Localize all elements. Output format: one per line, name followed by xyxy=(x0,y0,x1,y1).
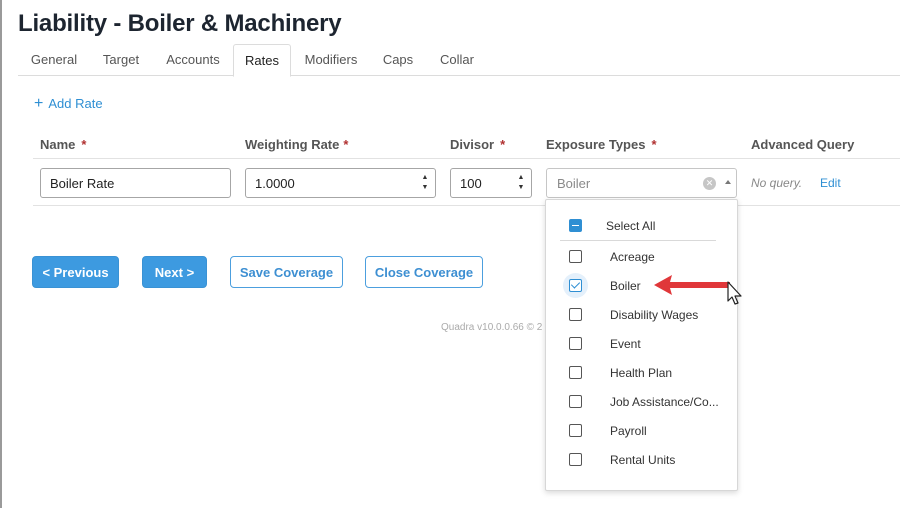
option-label: Boiler xyxy=(610,278,641,293)
select-all-label: Select All xyxy=(606,218,656,233)
required-marker: * xyxy=(500,137,506,152)
option-rental-units[interactable]: Rental Units xyxy=(546,445,737,474)
select-all-divider xyxy=(560,240,716,241)
next-button[interactable]: Next > xyxy=(142,256,207,288)
option-label: Event xyxy=(610,336,641,351)
tab-bar: General Target Accounts Rates Modifiers … xyxy=(18,44,900,77)
select-all-option[interactable]: Select All xyxy=(546,211,737,240)
divisor-input[interactable]: 100 ▲ ▼ xyxy=(450,168,532,198)
column-header-exposure-types: Exposure Types * xyxy=(546,137,657,152)
option-health-plan[interactable]: Health Plan xyxy=(546,358,737,387)
option-job-assistance[interactable]: Job Assistance/Co... xyxy=(546,387,737,416)
clear-icon[interactable]: ✕ xyxy=(703,177,716,190)
previous-button[interactable]: < Previous xyxy=(32,256,119,288)
option-label: Job Assistance/Co... xyxy=(610,394,719,409)
option-acreage[interactable]: Acreage xyxy=(546,242,737,271)
add-rate-label: Add Rate xyxy=(48,96,103,111)
column-header-divisor: Divisor * xyxy=(450,137,505,152)
tab-collar[interactable]: Collar xyxy=(430,44,484,76)
close-coverage-button[interactable]: Close Coverage xyxy=(365,256,483,288)
add-rate-link[interactable]: + Add Rate xyxy=(34,94,103,112)
column-header-exposure-types-label: Exposure Types xyxy=(546,137,646,152)
divisor-value: 100 xyxy=(460,175,482,191)
save-coverage-button[interactable]: Save Coverage xyxy=(230,256,343,288)
column-header-weighting-rate-label: Weighting Rate xyxy=(245,137,340,152)
edit-query-link[interactable]: Edit xyxy=(820,176,841,190)
column-header-name-label: Name xyxy=(40,137,76,152)
header-divider xyxy=(33,158,900,159)
checkbox[interactable] xyxy=(569,366,582,379)
spin-down-icon[interactable]: ▼ xyxy=(422,183,429,193)
weighting-rate-value: 1.0000 xyxy=(255,175,295,191)
checkbox-checked[interactable] xyxy=(569,279,582,292)
column-header-weighting-rate: Weighting Rate * xyxy=(245,137,348,152)
required-marker: * xyxy=(81,137,87,152)
mouse-cursor-icon xyxy=(727,281,742,305)
exposure-types-dropdown: Select All Acreage Boiler Disability Wag… xyxy=(545,199,738,491)
row-divider xyxy=(33,205,900,206)
tab-accounts[interactable]: Accounts xyxy=(158,44,228,76)
weighting-rate-spinner[interactable]: ▲ ▼ xyxy=(421,173,429,193)
checkbox[interactable] xyxy=(569,453,582,466)
required-marker: * xyxy=(343,137,349,152)
version-footer: Quadra v10.0.0.66 © 2 xyxy=(441,322,543,333)
option-label: Health Plan xyxy=(610,365,673,380)
option-payroll[interactable]: Payroll xyxy=(546,416,737,445)
option-event[interactable]: Event xyxy=(546,329,737,358)
tab-target[interactable]: Target xyxy=(90,44,152,76)
option-disability-wages[interactable]: Disability Wages xyxy=(546,300,737,329)
check-icon xyxy=(570,279,581,289)
select-all-checkbox[interactable] xyxy=(569,219,582,232)
option-label: Acreage xyxy=(610,249,655,264)
rate-name-input[interactable]: Boiler Rate xyxy=(40,168,231,198)
divisor-spinner[interactable]: ▲ ▼ xyxy=(517,173,525,193)
checkbox[interactable] xyxy=(569,337,582,350)
column-header-advanced-query: Advanced Query xyxy=(751,137,855,152)
caret-up-icon[interactable] xyxy=(725,180,731,184)
annotation-arrow-icon xyxy=(654,275,730,295)
tab-rates[interactable]: Rates xyxy=(233,44,291,77)
checkbox[interactable] xyxy=(569,308,582,321)
option-label: Rental Units xyxy=(610,452,676,467)
required-marker: * xyxy=(651,137,657,152)
page-title: Liability - Boiler & Machinery xyxy=(18,10,342,37)
plus-icon: + xyxy=(34,94,44,112)
window-left-edge xyxy=(0,0,2,508)
rate-name-value: Boiler Rate xyxy=(50,175,115,191)
column-header-name: Name * xyxy=(40,137,86,152)
exposure-types-value: Boiler xyxy=(557,175,591,191)
weighting-rate-input[interactable]: 1.0000 ▲ ▼ xyxy=(245,168,436,198)
spin-up-icon[interactable]: ▲ xyxy=(518,173,525,183)
tab-modifiers[interactable]: Modifiers xyxy=(298,44,364,76)
option-label: Payroll xyxy=(610,423,647,438)
spin-up-icon[interactable]: ▲ xyxy=(422,173,429,183)
option-label: Disability Wages xyxy=(610,307,699,322)
advanced-query-value: No query. xyxy=(751,176,803,190)
column-header-divisor-label: Divisor xyxy=(450,137,495,152)
exposure-types-select[interactable]: Boiler ✕ xyxy=(546,168,737,198)
tab-general[interactable]: General xyxy=(22,44,86,76)
checkbox[interactable] xyxy=(569,395,582,408)
spin-down-icon[interactable]: ▼ xyxy=(518,183,525,193)
checkbox[interactable] xyxy=(569,424,582,437)
checkbox[interactable] xyxy=(569,250,582,263)
tab-caps[interactable]: Caps xyxy=(375,44,421,76)
